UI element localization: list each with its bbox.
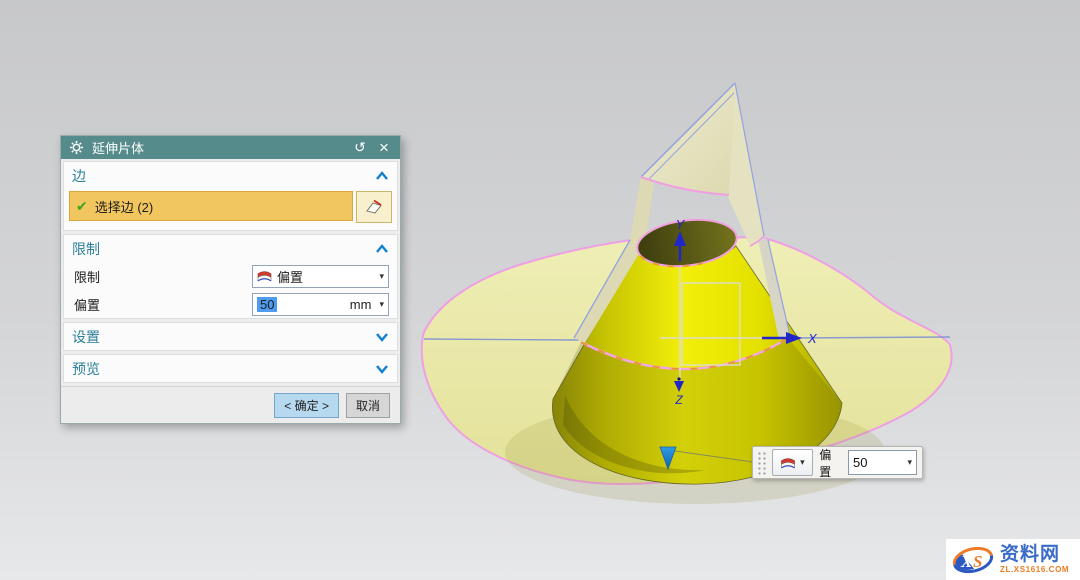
extension-sail (641, 83, 735, 195)
dialog-title: 延伸片体 (92, 138, 144, 157)
section-limit-title: 限制 (72, 239, 100, 259)
watermark-name: 资料网 (1000, 545, 1069, 564)
offset-label: 偏置 (74, 295, 252, 314)
limit-label: 限制 (74, 267, 252, 286)
dialog-footer: < 确定 > 取消 (61, 386, 400, 423)
offset-value[interactable]: 50 (257, 297, 277, 312)
svg-text:X: X (960, 552, 973, 571)
offset-icon (257, 269, 272, 283)
check-icon: ✔ (76, 198, 88, 215)
gear-icon (69, 140, 84, 155)
limit-row: 限制 偏置 ▾ (64, 262, 397, 290)
chevron-down-icon[interactable]: ▾ (379, 299, 384, 310)
chevron-down-icon[interactable]: ▾ (800, 457, 805, 468)
mini-offset-input[interactable] (849, 455, 903, 470)
section-edge-title: 边 (72, 166, 86, 186)
section-edge: 边 ✔ 选择边 (2) (63, 161, 398, 231)
edge-select-row: ✔ 选择边 (2) (64, 189, 397, 230)
offset-icon (780, 456, 796, 470)
section-limit-header[interactable]: 限制 (64, 235, 397, 262)
chevron-up-icon[interactable] (375, 244, 389, 254)
section-settings-header[interactable]: 设置 (64, 323, 397, 350)
dialog-body: 边 ✔ 选择边 (2) 限制 (61, 159, 400, 383)
ok-button[interactable]: < 确定 > (274, 393, 339, 418)
application-window: Y X Z 延伸片体 ↺ × 边 (0, 0, 1080, 580)
offset-row: 偏置 50 mm ▾ (64, 290, 397, 318)
cancel-button[interactable]: 取消 (346, 393, 390, 418)
x-axis-label: X (807, 331, 818, 346)
offset-unit: mm (350, 297, 372, 312)
watermark-url: ZL.XS1616.COM (1000, 566, 1069, 574)
select-edge-label: 选择边 (2) (95, 197, 154, 216)
drag-handle[interactable] (757, 451, 766, 475)
limit-dropdown-value: 偏置 (277, 267, 303, 286)
x-axis-line-left (424, 339, 579, 340)
mini-limit-dropdown[interactable]: ▾ (772, 449, 814, 476)
z-axis-label: Z (674, 393, 683, 407)
reset-icon[interactable]: ↺ (352, 140, 368, 156)
mini-offset-field: ▾ (848, 450, 917, 475)
select-edge-field[interactable]: ✔ 选择边 (2) (69, 191, 353, 221)
dialog-titlebar[interactable]: 延伸片体 ↺ × (61, 136, 400, 159)
section-settings: 设置 (63, 322, 398, 351)
chevron-down-icon[interactable]: ▾ (379, 271, 384, 282)
mini-toolbar: ▾ 偏置 ▾ (752, 446, 923, 479)
section-limit: 限制 限制 偏置 ▾ 偏置 (63, 234, 398, 319)
limit-dropdown[interactable]: 偏置 ▾ (252, 265, 389, 288)
mini-offset-label: 偏置 (819, 446, 842, 480)
svg-text:S: S (973, 552, 982, 571)
extend-sheet-dialog: 延伸片体 ↺ × 边 ✔ 选择边 (2) (60, 135, 401, 424)
chevron-down-icon[interactable] (375, 364, 389, 374)
xs-logo: X S (950, 543, 996, 577)
section-preview-title: 预览 (72, 359, 100, 379)
sheet-icon (365, 199, 383, 215)
chevron-down-icon[interactable] (375, 332, 389, 342)
close-icon[interactable]: × (376, 140, 392, 156)
section-settings-title: 设置 (72, 327, 100, 347)
y-axis-label: Y (676, 217, 686, 232)
chevron-up-icon[interactable] (375, 171, 389, 181)
section-edge-header[interactable]: 边 (64, 162, 397, 189)
offset-input[interactable]: 50 mm ▾ (252, 293, 389, 316)
section-preview-header[interactable]: 预览 (64, 355, 397, 382)
chevron-down-icon[interactable]: ▾ (903, 457, 916, 468)
z-axis: Z (674, 377, 684, 407)
watermark: X S 资料网 ZL.XS1616.COM (946, 539, 1080, 580)
sheet-select-button[interactable] (356, 191, 392, 223)
section-preview: 预览 (63, 354, 398, 383)
